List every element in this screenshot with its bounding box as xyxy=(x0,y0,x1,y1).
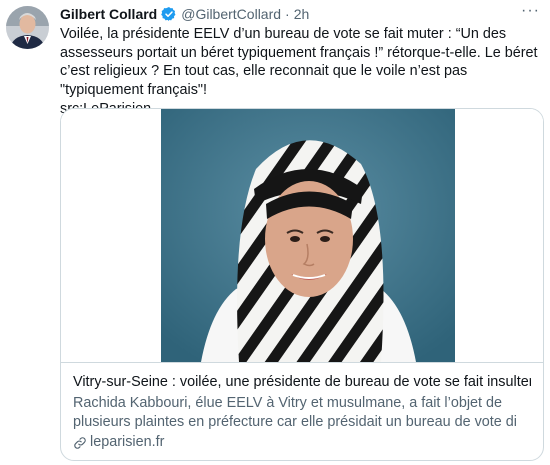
author-name[interactable]: Gilbert Collard xyxy=(60,6,157,22)
link-icon xyxy=(73,436,87,450)
tweet-text: Voilée, la présidente EELV d’un bureau d… xyxy=(60,26,538,117)
card-body[interactable]: Vitry-sur-Seine : voilée, une présidente… xyxy=(61,362,543,460)
author-handle[interactable]: @GilbertCollard xyxy=(181,6,281,22)
tweet-header: Gilbert Collard @GilbertCollard · 2h ··· xyxy=(60,2,540,24)
card-description: Rachida Kabbouri, élue EELV à Vitry et m… xyxy=(73,395,517,430)
card-photo xyxy=(61,109,543,362)
verified-badge-icon xyxy=(161,6,177,22)
link-card[interactable]: Vitry-sur-Seine : voilée, une présidente… xyxy=(60,108,544,461)
card-domain-text[interactable]: leparisien.fr xyxy=(90,433,164,452)
card-image[interactable] xyxy=(61,109,543,362)
separator-dot: · xyxy=(285,6,290,22)
tweet[interactable]: Gilbert Collard @GilbertCollard · 2h ···… xyxy=(0,0,550,465)
avatar-photo xyxy=(6,6,49,49)
card-domain[interactable]: leparisien.fr xyxy=(73,433,531,452)
tweet-timestamp[interactable]: 2h xyxy=(294,6,310,22)
card-title[interactable]: Vitry-sur-Seine : voilée, une présidente… xyxy=(73,373,531,392)
more-options-icon[interactable]: ··· xyxy=(521,2,540,20)
avatar[interactable] xyxy=(6,6,49,49)
